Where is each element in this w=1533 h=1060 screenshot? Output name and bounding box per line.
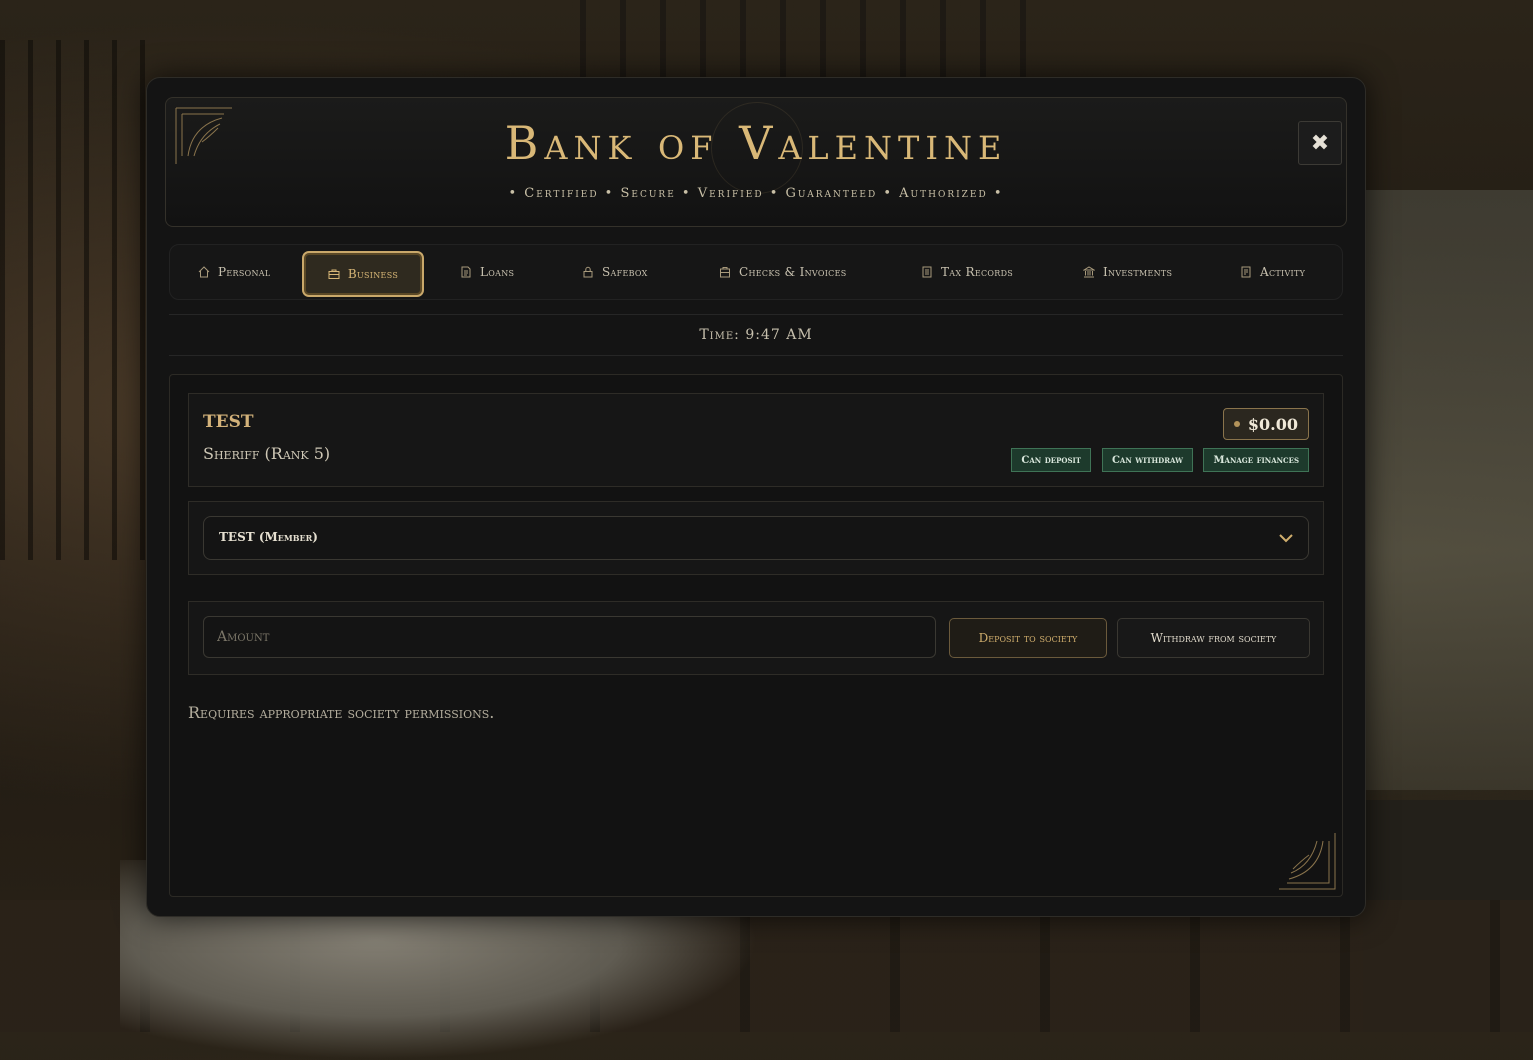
permission-badge-manage: Manage finances xyxy=(1203,448,1309,472)
withdraw-button[interactable]: Withdraw from society xyxy=(1117,618,1310,658)
business-card: TEST Sheriff (Rank 5) $0.00 Can deposit … xyxy=(188,393,1324,487)
background-window xyxy=(1363,190,1533,790)
coin-icon xyxy=(1233,421,1240,427)
permissions-note: Requires appropriate society permissions… xyxy=(188,703,495,722)
briefcase-icon xyxy=(328,269,340,279)
tab-activity[interactable]: Activity xyxy=(1240,251,1305,293)
tab-label: Tax Records xyxy=(941,265,1014,279)
tab-label: Investments xyxy=(1103,265,1173,279)
tab-business[interactable]: Business xyxy=(302,251,424,297)
tab-label: Activity xyxy=(1260,265,1306,279)
permission-badge-withdraw: Can withdraw xyxy=(1101,448,1193,472)
lock-icon xyxy=(583,266,593,278)
tab-label: Personal xyxy=(218,265,271,279)
tab-label: Business xyxy=(347,267,399,281)
bank-icon xyxy=(1083,266,1095,278)
society-select[interactable]: TEST (Member) xyxy=(203,516,1309,560)
transaction-card: Deposit to society Withdraw from society xyxy=(188,601,1324,675)
corner-ornament-icon xyxy=(1279,833,1336,890)
tab-label: Loans xyxy=(480,265,515,279)
bank-panel: Bank of Valentine • Certified • Secure •… xyxy=(146,77,1366,917)
ledger-icon xyxy=(922,266,932,278)
deposit-button[interactable]: Deposit to society xyxy=(949,618,1107,658)
receipt-icon xyxy=(720,267,730,278)
document-icon xyxy=(461,266,471,278)
bank-header: Bank of Valentine • Certified • Secure •… xyxy=(165,97,1347,227)
background-gate xyxy=(580,0,1060,82)
tab-investments[interactable]: Investments xyxy=(1083,251,1172,293)
permission-badge-deposit: Can deposit xyxy=(1011,448,1091,472)
tab-tax-records[interactable]: Tax Records xyxy=(921,251,1013,293)
society-select-card: TEST (Member) xyxy=(188,501,1324,575)
tab-loans[interactable]: Loans xyxy=(460,251,514,293)
tab-safebox[interactable]: Safebox xyxy=(582,251,648,293)
society-select-value: TEST (Member) xyxy=(219,530,318,544)
time-display: Time: 9:47 AM xyxy=(169,314,1343,356)
tab-checks-invoices[interactable]: Checks & Invoices xyxy=(719,251,847,293)
list-icon xyxy=(1241,266,1251,278)
tab-bar: Personal Business Loans Safebox Checks &… xyxy=(169,244,1343,300)
tab-label: Safebox xyxy=(602,265,648,279)
business-name: TEST xyxy=(203,412,254,432)
tab-label: Checks & Invoices xyxy=(739,265,847,279)
page-title: Bank of Valentine xyxy=(504,116,1008,170)
background-bars xyxy=(0,40,150,560)
business-role: Sheriff (Rank 5) xyxy=(203,444,331,463)
balance-badge: $0.00 xyxy=(1222,408,1309,440)
house-icon xyxy=(198,266,210,278)
chevron-down-icon xyxy=(1279,534,1293,543)
page-subtitle: • Certified • Secure • Verified • Guaran… xyxy=(508,186,1004,201)
balance-value: $0.00 xyxy=(1247,414,1298,434)
amount-input[interactable] xyxy=(203,616,936,658)
close-button[interactable]: ✖ xyxy=(1298,121,1342,165)
tab-personal[interactable]: Personal xyxy=(198,251,270,293)
business-content: TEST Sheriff (Rank 5) $0.00 Can deposit … xyxy=(169,374,1343,897)
